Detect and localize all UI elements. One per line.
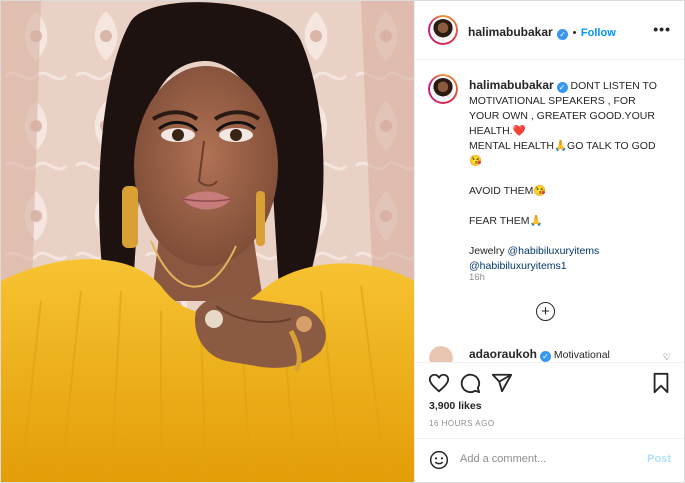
load-more-comments-icon[interactable]: +: [536, 302, 555, 321]
verified-badge-icon: ✓: [539, 351, 551, 362]
post-header: halimabubakar ✓ • Follow •••: [415, 1, 684, 60]
add-comment-bar: Add a comment... Post: [415, 438, 684, 482]
post-comment-button[interactable]: Post: [647, 453, 671, 465]
author-avatar[interactable]: [428, 15, 458, 45]
caption-line: HEALTH.❤️: [469, 125, 526, 137]
caption-line: AVOID THEM😘: [469, 185, 547, 197]
comment-like-icon[interactable]: ♡: [663, 352, 671, 362]
comment-input[interactable]: Add a comment...: [460, 453, 546, 465]
caption-avatar[interactable]: [428, 74, 458, 104]
commenter-avatar[interactable]: [429, 346, 453, 362]
bookmark-icon[interactable]: [651, 372, 671, 394]
post-side-panel: halimabubakar ✓ • Follow ••• halimabubak…: [414, 1, 684, 482]
caption-timestamp[interactable]: 16h: [469, 272, 485, 283]
follow-button[interactable]: Follow: [581, 27, 616, 39]
comment-username[interactable]: adaoraukoh: [469, 347, 537, 361]
post-time[interactable]: 16 HOURS AGO: [429, 419, 495, 428]
comment-icon[interactable]: [459, 372, 481, 394]
caption-line: 😘: [469, 155, 483, 167]
post-photo[interactable]: [1, 1, 414, 482]
caption-line: Jewelry: [469, 245, 505, 257]
mention-link[interactable]: @habibiluxuryitems: [508, 245, 600, 257]
post-actions: 3,900 likes 16 HOURS AGO: [415, 362, 684, 439]
post-modal: halimabubakar ✓ • Follow ••• halimabubak…: [0, 0, 685, 483]
comments-list[interactable]: halimabubakar ✓ DONT LISTEN TO MOTIVATIO…: [415, 60, 684, 362]
caption-line: MENTAL HEALTH🙏GO TALK TO GOD: [469, 140, 656, 152]
comment: adaoraukoh ✓ Motivational: [469, 347, 610, 362]
heart-icon[interactable]: [428, 372, 450, 394]
caption-line: MOTIVATIONAL SPEAKERS , FOR: [469, 95, 636, 107]
emoji-icon[interactable]: [429, 450, 449, 470]
caption-line: FEAR THEM🙏: [469, 215, 543, 227]
author-username[interactable]: halimabubakar: [468, 25, 553, 39]
likes-count[interactable]: 3,900 likes: [429, 400, 482, 412]
caption-line: DONT LISTEN TO: [570, 80, 657, 92]
caption-text: halimabubakar ✓ DONT LISTEN TO MOTIVATIO…: [469, 78, 669, 274]
caption-line: YOUR OWN , GREATER GOOD.YOUR: [469, 110, 655, 122]
verified-badge-icon: ✓: [557, 29, 569, 40]
separator-dot: •: [572, 27, 577, 39]
portrait-image: [1, 1, 414, 482]
mention-link[interactable]: @habibiluxuryitems1: [469, 259, 669, 274]
comment-text: Motivational: [553, 349, 610, 361]
verified-badge-icon: ✓: [556, 82, 568, 93]
more-options-icon[interactable]: •••: [653, 21, 671, 37]
share-icon[interactable]: [491, 372, 513, 394]
caption-username[interactable]: halimabubakar: [469, 78, 554, 92]
